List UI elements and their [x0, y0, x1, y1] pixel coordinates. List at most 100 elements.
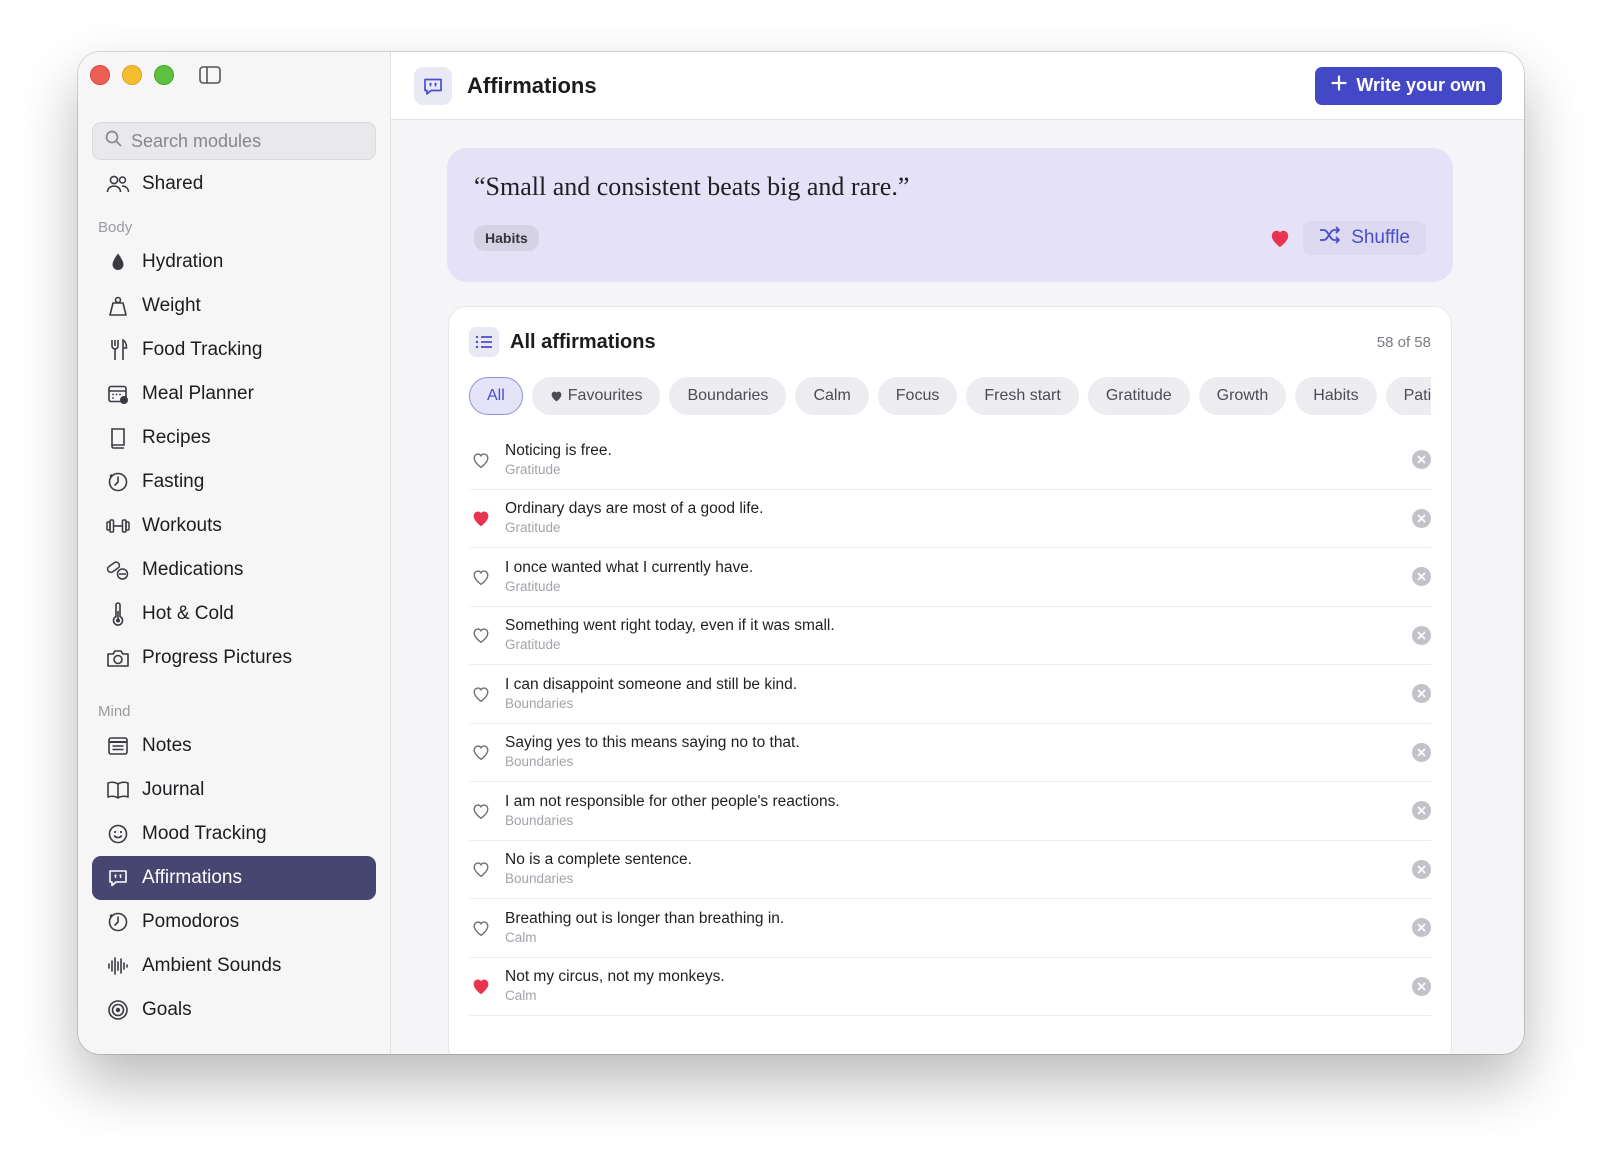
top-bar: Affirmations Write your own: [391, 52, 1524, 120]
filter-chip-pati[interactable]: Pati: [1385, 377, 1431, 415]
sidebar-item-label: Ambient Sounds: [142, 955, 282, 976]
write-your-own-button[interactable]: Write your own: [1315, 66, 1502, 105]
sidebar-item-pomodoros[interactable]: Pomodoros: [92, 900, 376, 944]
category-filter-bar: All Favourites Boundaries Calm Focus Fresh st…: [469, 377, 1431, 417]
filter-chip-favourites[interactable]: Favourites: [531, 377, 661, 415]
filter-chip-boundaries[interactable]: Boundaries: [669, 377, 787, 415]
minimize-window-button[interactable]: [122, 65, 142, 85]
affirmation-row: I can disappoint someone and still be ki…: [469, 665, 1431, 724]
sidebar-toggle-icon[interactable]: [199, 66, 221, 84]
sidebar-item-weight[interactable]: Weight: [92, 284, 376, 328]
heart-outline-icon[interactable]: [470, 917, 492, 939]
plus-icon: [1331, 75, 1347, 96]
sidebar-item-goals[interactable]: Goals: [92, 988, 376, 1032]
filter-chip-label: Gratitude: [1105, 387, 1172, 404]
fork-knife-icon: [106, 338, 130, 362]
sidebar-item-hydration[interactable]: Hydration: [92, 240, 376, 284]
filter-chip-all[interactable]: All: [469, 377, 523, 415]
filter-chip-growth[interactable]: Growth: [1198, 377, 1287, 415]
filter-chip-calm[interactable]: Calm: [795, 377, 869, 415]
thermometer-icon: [106, 602, 130, 626]
heart-outline-icon[interactable]: [470, 800, 492, 822]
remove-icon[interactable]: [1412, 918, 1431, 938]
write-your-own-label: Write your own: [1356, 75, 1486, 95]
search-icon: [105, 130, 122, 152]
list-title: All affirmations: [510, 330, 656, 353]
affirmation-row: Noticing is free. Gratitude: [469, 431, 1431, 490]
calendar-icon: [106, 382, 130, 406]
sidebar-item-recipes[interactable]: Recipes: [92, 416, 376, 460]
remove-icon[interactable]: [1412, 976, 1431, 996]
heart-outline-icon[interactable]: [470, 858, 492, 880]
mind-modules: Notes Journal Mood Tracking Affirmations Pom…: [92, 724, 376, 1032]
remove-icon[interactable]: [1412, 684, 1431, 704]
heart-outline-icon[interactable]: [470, 449, 492, 471]
filter-chip-label: Calm: [813, 387, 851, 404]
weight-icon: [106, 294, 130, 318]
heart-filled-icon[interactable]: [470, 975, 492, 997]
zoom-window-button[interactable]: [154, 65, 174, 85]
sidebar-item-hot-cold[interactable]: Hot & Cold: [92, 592, 376, 636]
affirmation-category: Calm: [505, 988, 537, 1004]
heart-outline-icon[interactable]: [470, 741, 492, 763]
favourite-heart-icon[interactable]: [1269, 228, 1291, 248]
remove-icon[interactable]: [1412, 450, 1431, 470]
affirmation-category: Gratitude: [505, 461, 561, 477]
heart-outline-icon[interactable]: [470, 566, 492, 588]
sidebar-item-progress-pictures[interactable]: Progress Pictures: [92, 636, 376, 680]
featured-affirmation-card: “Small and consistent beats big and rare…: [447, 148, 1453, 282]
pills-icon: [106, 558, 130, 582]
heart-outline-icon[interactable]: [470, 624, 492, 646]
heart-filled-icon[interactable]: [470, 507, 492, 529]
filter-chip-fresh-start[interactable]: Fresh start: [966, 377, 1079, 415]
affirmation-row: Ordinary days are most of a good life. Gr…: [469, 490, 1431, 548]
sidebar-item-journal[interactable]: Journal: [92, 768, 376, 812]
search-input[interactable]: [131, 130, 351, 152]
timer-icon: [106, 910, 130, 934]
filter-chip-label: All: [487, 387, 505, 404]
sidebar-item-workouts[interactable]: Workouts: [92, 504, 376, 548]
camera-icon: [106, 646, 130, 670]
affirmation-row: Something went right today, even if it w…: [469, 607, 1431, 665]
filter-chip-gratitude[interactable]: Gratitude: [1087, 377, 1190, 415]
open-book-icon: [106, 778, 130, 802]
sidebar-item-shared[interactable]: Shared: [92, 162, 376, 206]
sidebar-item-food-tracking[interactable]: Food Tracking: [92, 328, 376, 372]
sidebar-item-meal-planner[interactable]: Meal Planner: [92, 372, 376, 416]
sidebar-item-mood-tracking[interactable]: Mood Tracking: [92, 812, 376, 856]
remove-icon[interactable]: [1412, 508, 1431, 528]
page-title: Affirmations: [467, 72, 597, 98]
list-icon: [469, 327, 499, 357]
sidebar-item-medications[interactable]: Medications: [92, 548, 376, 592]
sidebar: Shared Body Hydration Weight Food Tracking…: [78, 52, 391, 1054]
affirmation-row: Breathing out is longer than breathing i…: [469, 899, 1431, 958]
sidebar-nav: Shared Body Hydration Weight Food Tracking…: [92, 162, 376, 1032]
heart-outline-icon[interactable]: [470, 683, 492, 705]
affirmation-text: Breathing out is longer than breathing i…: [505, 909, 785, 927]
filter-chip-focus[interactable]: Focus: [877, 377, 958, 415]
sidebar-item-ambient-sounds[interactable]: Ambient Sounds: [92, 944, 376, 988]
remove-icon[interactable]: [1412, 742, 1431, 762]
shuffle-button[interactable]: Shuffle: [1303, 221, 1426, 255]
affirmation-count: 58 of 58: [1376, 333, 1431, 351]
close-window-button[interactable]: [90, 65, 110, 85]
sidebar-item-label: Fasting: [142, 471, 205, 492]
sidebar-item-label: Mood Tracking: [142, 823, 267, 844]
heart-icon: [550, 390, 563, 402]
remove-icon[interactable]: [1412, 567, 1431, 587]
filter-chip-habits[interactable]: Habits: [1295, 377, 1377, 415]
sidebar-item-fasting[interactable]: Fasting: [92, 460, 376, 504]
remove-icon[interactable]: [1412, 859, 1431, 879]
sidebar-item-label: Goals: [142, 999, 192, 1020]
sidebar-item-label: Food Tracking: [142, 339, 263, 360]
remove-icon[interactable]: [1412, 801, 1431, 821]
sidebar-item-label: Hot & Cold: [142, 603, 234, 624]
sidebar-item-affirmations[interactable]: Affirmations: [92, 856, 376, 900]
drop-icon: [106, 250, 130, 274]
sidebar-item-label: Notes: [142, 735, 192, 756]
waveform-icon: [106, 954, 130, 978]
window-controls: [90, 65, 174, 85]
sidebar-item-notes[interactable]: Notes: [92, 724, 376, 768]
affirmation-text: I can disappoint someone and still be ki…: [505, 675, 798, 693]
remove-icon[interactable]: [1412, 625, 1431, 645]
